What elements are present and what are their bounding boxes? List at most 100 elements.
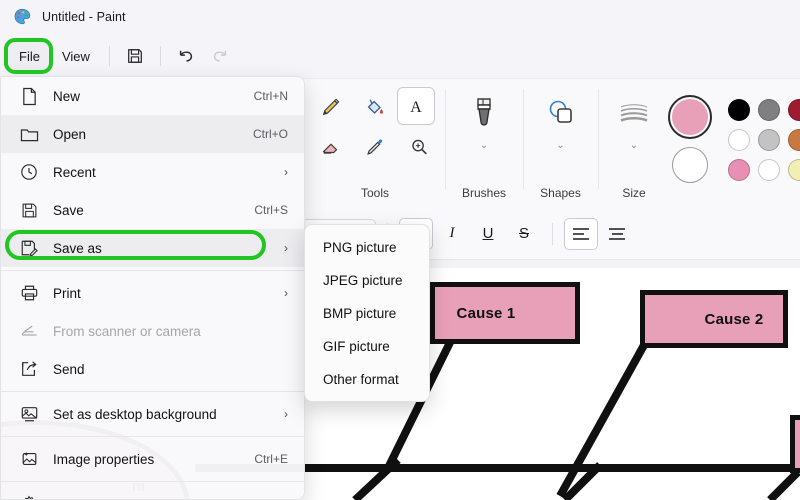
file-menu-label: Set as desktop background (53, 406, 217, 422)
undo-icon-button[interactable] (169, 42, 203, 70)
align-center-button[interactable] (600, 218, 634, 250)
save-icon (127, 49, 142, 63)
align-center-icon (609, 227, 625, 240)
file-menu-label: New (53, 88, 81, 104)
file-menu-label: Open (53, 126, 87, 142)
file-menu-item-save-as[interactable]: Save as › (1, 229, 304, 267)
chevron-right-icon: › (284, 241, 288, 255)
file-menu-divider (1, 391, 304, 392)
primary-color-swatch[interactable] (672, 99, 708, 135)
file-menu-item-image-properties[interactable]: Image properties Ctrl+E (1, 440, 304, 478)
file-menu-label: Print (53, 285, 81, 301)
file-menu-item-save[interactable]: Save Ctrl+S (1, 191, 304, 229)
palette-swatch[interactable] (728, 129, 750, 151)
ribbon-group-size-label: Size (622, 186, 646, 200)
submenu-item-other-format[interactable]: Other format (305, 363, 429, 396)
palette-swatch[interactable] (758, 99, 780, 121)
cause-box-2[interactable]: Cause 2 (640, 290, 788, 348)
redo-icon (213, 50, 227, 62)
strikethrough-button[interactable]: S (507, 218, 541, 250)
file-menu-label: Save as (53, 240, 102, 256)
size-icon-button[interactable] (605, 87, 663, 139)
menubar-file[interactable]: File (8, 42, 51, 70)
printer-icon (17, 282, 41, 304)
file-menu-item-open[interactable]: Open Ctrl+O (1, 115, 304, 153)
file-menu-divider (1, 270, 304, 271)
file-menu-item-new[interactable]: New Ctrl+N (1, 77, 304, 115)
undo-icon (179, 50, 193, 62)
text-tool-icon-button[interactable]: A (397, 87, 435, 125)
paint-window: m Cause 1 Cause 2 (0, 0, 800, 500)
submenu-item-png[interactable]: PNG picture (305, 231, 429, 264)
align-left-button[interactable] (564, 217, 598, 250)
fill-bucket-icon-button[interactable] (353, 87, 397, 127)
window-chrome: Untitled - Paint File View (0, 0, 800, 78)
current-colors (668, 89, 712, 209)
color-picker-icon-button[interactable] (353, 127, 397, 167)
text-tool-icon: A (410, 99, 422, 116)
window-title: Untitled - Paint (42, 10, 126, 24)
file-menu-flyout: New Ctrl+N Open Ctrl+O Recent › Save Ctr… (0, 76, 305, 500)
fill-bucket-icon (367, 99, 383, 114)
clock-icon (17, 161, 41, 183)
palette-swatch[interactable] (758, 159, 780, 181)
cause-box-1[interactable]: Cause 1 (430, 282, 580, 344)
image-properties-icon (17, 448, 41, 470)
scanner-icon (17, 320, 41, 342)
submenu-item-gif[interactable]: GIF picture (305, 330, 429, 363)
size-chevron-down-icon[interactable]: ⌄ (630, 141, 638, 151)
floppy-icon (17, 199, 41, 221)
file-menu-label: About Paint (53, 497, 304, 500)
underline-button[interactable]: U (471, 218, 505, 250)
palette-swatch[interactable] (788, 99, 800, 121)
toolbar-divider (552, 222, 553, 245)
cause-box-1-label: Cause 1 (456, 304, 516, 322)
palette-swatch[interactable] (728, 159, 750, 181)
menubar-divider (159, 46, 161, 66)
primary-color-ring[interactable] (668, 95, 712, 139)
secondary-color-swatch[interactable] (672, 147, 708, 183)
save-icon-button[interactable] (118, 42, 152, 70)
redo-icon-button[interactable] (203, 42, 237, 70)
palette-swatch[interactable] (788, 129, 800, 151)
file-menu-item-recent[interactable]: Recent › (1, 153, 304, 191)
eraser-icon-button[interactable] (309, 127, 353, 167)
submenu-item-jpeg[interactable]: JPEG picture (305, 264, 429, 297)
gear-icon (17, 493, 41, 499)
cause-box-3[interactable] (790, 415, 800, 473)
submenu-item-bmp[interactable]: BMP picture (305, 297, 429, 330)
file-menu-item-print[interactable]: Print › (1, 274, 304, 312)
paint-palette-icon (12, 7, 32, 27)
menubar-view[interactable]: View (51, 42, 101, 70)
size-lines-icon (620, 104, 648, 122)
file-menu-item-about-paint[interactable]: About Paint (1, 485, 304, 500)
palette-swatch[interactable] (758, 129, 780, 151)
new-file-icon (17, 85, 41, 107)
file-menu-item-set-desktop-background[interactable]: Set as desktop background › (1, 395, 304, 433)
chevron-right-icon: › (284, 286, 288, 300)
shapes-icon-button[interactable] (532, 87, 590, 139)
tools-grid: A (309, 87, 441, 167)
ribbon-group-brushes-label: Brushes (461, 186, 507, 200)
file-menu-item-send[interactable]: Send (1, 350, 304, 388)
file-menu-divider (1, 481, 304, 482)
file-menu-label: Send (53, 361, 85, 377)
menu-bar: File View (0, 34, 800, 78)
title-bar: Untitled - Paint (0, 0, 800, 34)
palette-swatch[interactable] (728, 99, 750, 121)
file-menu-label: Recent (53, 164, 96, 180)
brush-icon-button[interactable] (455, 87, 513, 139)
save-as-submenu: PNG picture JPEG picture BMP picture GIF… (304, 224, 430, 402)
magnifier-icon-button[interactable] (397, 127, 441, 167)
magnifier-icon (412, 139, 427, 155)
pencil-icon-button[interactable] (309, 87, 353, 127)
italic-button[interactable]: I (435, 218, 469, 250)
brushes-chevron-down-icon[interactable]: ⌄ (480, 141, 488, 151)
ribbon-group-tools-label: Tools (360, 186, 389, 200)
file-menu-accel: Ctrl+E (254, 452, 288, 466)
ribbon-group-shapes: ⌄ Shapes (523, 79, 598, 209)
desktop-image-icon (17, 403, 41, 425)
save-as-icon (17, 237, 41, 259)
shapes-chevron-down-icon[interactable]: ⌄ (556, 141, 564, 151)
palette-swatch[interactable] (788, 159, 800, 181)
